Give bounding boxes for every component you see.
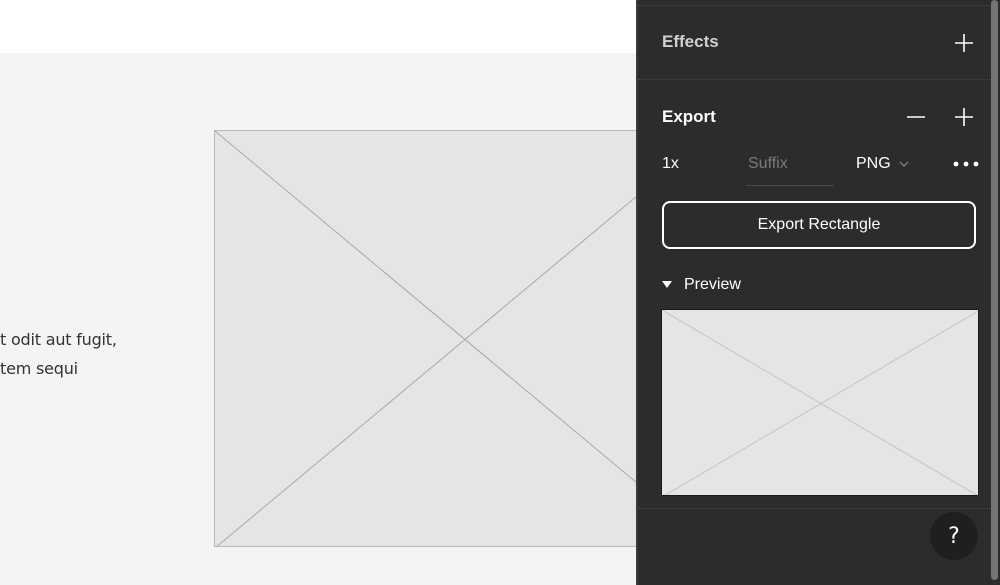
more-horizontal-icon [953,161,979,167]
preview-placeholder-cross-icon [662,310,978,495]
effects-section-title: Effects [662,32,719,51]
divider [638,5,990,6]
chevron-down-icon [899,161,909,167]
remove-export-button[interactable] [904,105,928,129]
export-scale-select[interactable]: 1x [662,155,679,173]
body-text-line: t odit aut fugit, [0,330,117,349]
export-format-select[interactable]: PNG [856,155,909,173]
placeholder-cross-icon [215,131,643,546]
suffix-input[interactable]: Suffix [746,150,834,186]
preview-toggle[interactable]: Preview [662,276,741,294]
panel-scrollbar[interactable] [990,0,1000,585]
preview-label: Preview [684,276,741,293]
minus-icon [907,116,925,118]
body-text: t odit aut fugit, tem sequi [0,325,200,383]
body-text-line: tem sequi [0,359,78,378]
add-export-button[interactable] [952,105,976,129]
triangle-down-icon [662,281,672,288]
properties-panel: Effects Export 1x Suffix PNG Export Rect… [636,0,1000,585]
divider [638,508,990,509]
plus-icon [955,34,973,52]
image-placeholder-rectangle[interactable] [214,130,644,547]
add-effect-button[interactable] [952,31,976,55]
help-button[interactable]: ? [930,512,978,560]
export-preview [661,309,979,496]
scrollbar-thumb[interactable] [991,0,998,580]
design-canvas[interactable]: t odit aut fugit, tem sequi [0,0,644,585]
export-section-title: Export [662,107,716,126]
export-rectangle-button[interactable]: Export Rectangle [662,201,976,249]
export-format-value: PNG [856,155,891,172]
export-more-options-button[interactable] [952,152,980,176]
plus-icon [955,108,973,126]
divider [638,79,990,80]
